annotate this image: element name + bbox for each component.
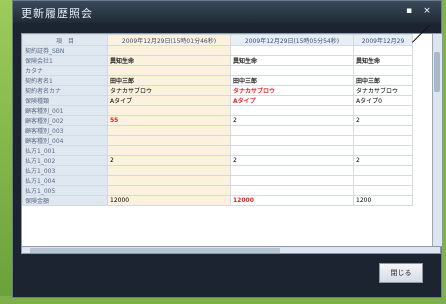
horizontal-scroll-thumb[interactable]: [30, 248, 280, 253]
cell-c1[interactable]: [107, 65, 231, 76]
row-label: 契約者名1: [22, 75, 108, 86]
cell-c3[interactable]: [353, 45, 413, 56]
cell-c1[interactable]: 田中三郎: [107, 75, 231, 86]
table-row[interactable]: 保険会社1 異知生命 異知生命 異知生命: [22, 55, 413, 66]
vertical-scrollbar[interactable]: [432, 34, 442, 246]
table-row[interactable]: 契約証券_SBN: [22, 45, 413, 56]
table-header-row: 項 目 2009年12月29日(15時01分46秒) 2009年12月29日(1…: [22, 34, 413, 46]
table-row[interactable]: 顧客種別_001: [22, 105, 413, 116]
cell-c1[interactable]: [107, 45, 231, 56]
row-label: カタナ: [22, 65, 108, 76]
column-header-2[interactable]: 2009年12月29日(15時05分54秒): [230, 34, 354, 46]
close-button[interactable]: 閉じる: [379, 263, 423, 283]
row-label: 契約証券_SBN: [22, 45, 108, 56]
table-row[interactable]: 払方1_002 2 2 2: [22, 155, 413, 166]
row-label: 顧客種別_003: [22, 125, 108, 136]
history-grid: 項 目 2009年12月29日(15時01分46秒) 2009年12月29日(1…: [21, 33, 443, 247]
table-row[interactable]: 払方1_004: [22, 175, 413, 186]
row-label: 払方1_005: [22, 185, 108, 196]
cell-c3[interactable]: [353, 135, 413, 146]
cell-c1[interactable]: Aタイプ: [107, 95, 231, 106]
cell-c3[interactable]: 1200: [353, 195, 413, 206]
table-row[interactable]: 保険種類 Aタイプ Aタイプ Aタイプ0: [22, 95, 413, 106]
cell-c2[interactable]: [230, 105, 354, 116]
table-row[interactable]: 払方1_005: [22, 185, 413, 196]
cell-c2[interactable]: 2: [230, 155, 354, 166]
cell-c1[interactable]: [107, 165, 231, 176]
window-title: 更新履歴照会: [21, 7, 93, 20]
minimize-button[interactable]: ▪: [403, 5, 415, 17]
row-label: 払方1_002: [22, 155, 108, 166]
table-row[interactable]: 払方1_003: [22, 165, 413, 176]
row-label: 払方1_001: [22, 145, 108, 156]
cell-c3[interactable]: [353, 165, 413, 176]
cell-c2[interactable]: [230, 175, 354, 186]
row-label: 顧客種別_002: [22, 115, 108, 126]
column-header-1[interactable]: 2009年12月29日(15時01分46秒): [107, 34, 231, 46]
cell-c2[interactable]: [230, 45, 354, 56]
cell-c1[interactable]: [107, 185, 231, 196]
close-window-button[interactable]: ×: [421, 5, 433, 17]
cell-c3[interactable]: [353, 105, 413, 116]
cell-c3[interactable]: タナカサブロウ: [353, 85, 413, 96]
cell-c3[interactable]: [353, 65, 413, 76]
cell-c1[interactable]: 異知生命: [107, 55, 231, 66]
cell-c1[interactable]: 2: [107, 155, 231, 166]
table-row[interactable]: 保険金額 12000 12000 1200: [22, 195, 413, 206]
horizontal-scrollbar[interactable]: [21, 246, 441, 254]
row-label: 顧客種別_004: [22, 135, 108, 146]
cell-c2[interactable]: タナカサブロウ: [230, 85, 354, 96]
row-label: 払方1_003: [22, 165, 108, 176]
cell-c1[interactable]: [107, 175, 231, 186]
cell-c3[interactable]: 2: [353, 115, 413, 126]
cell-c1[interactable]: タナカサブロウ: [107, 85, 231, 96]
cell-c2[interactable]: [230, 145, 354, 156]
cell-c3[interactable]: [353, 125, 413, 136]
title-bar[interactable]: 更新履歴照会 ▪ ×: [13, 1, 441, 23]
column-header-item[interactable]: 項 目: [22, 34, 108, 46]
cell-c3[interactable]: [353, 185, 413, 196]
table-row[interactable]: 契約者名カナ タナカサブロウ タナカサブロウ タナカサブロウ: [22, 85, 413, 96]
row-label: 払方1_004: [22, 175, 108, 186]
cell-c1[interactable]: [107, 105, 231, 116]
row-label: 顧客種別_001: [22, 105, 108, 116]
vertical-scroll-thumb[interactable]: [434, 52, 440, 92]
cell-c2[interactable]: [230, 185, 354, 196]
cell-c2[interactable]: 田中三郎: [230, 75, 354, 86]
cell-c1[interactable]: [107, 135, 231, 146]
cell-c2[interactable]: 異知生命: [230, 55, 354, 66]
cell-c1[interactable]: 12000: [107, 195, 231, 206]
row-label: 保険種類: [22, 95, 108, 106]
cell-c1[interactable]: 55: [107, 115, 231, 126]
history-dialog: 更新履歴照会 ▪ × 項 目 2009年12月29日(15時01分46秒) 20…: [12, 0, 443, 298]
cell-c3[interactable]: [353, 145, 413, 156]
cell-c3[interactable]: 田中三郎: [353, 75, 413, 86]
cell-c3[interactable]: Aタイプ0: [353, 95, 413, 106]
cell-c2[interactable]: 12000: [230, 195, 354, 206]
table-row[interactable]: カタナ: [22, 65, 413, 76]
cell-c3[interactable]: [353, 175, 413, 186]
table-row[interactable]: 顧客種別_003: [22, 125, 413, 136]
cell-c2[interactable]: [230, 125, 354, 136]
cell-c3[interactable]: 2: [353, 155, 413, 166]
table-row[interactable]: 顧客種別_002 55 2 2: [22, 115, 413, 126]
column-header-3[interactable]: 2009年12月29: [353, 34, 413, 46]
cell-c2[interactable]: 2: [230, 115, 354, 126]
table-body: 契約証券_SBN 保険会社1 異知生命 異知生命 異知生命 カタナ 契約者名1 田中三郎 田中三…: [22, 45, 413, 206]
table-row[interactable]: 契約者名1 田中三郎 田中三郎 田中三郎: [22, 75, 413, 86]
cell-c2[interactable]: Aタイプ: [230, 95, 354, 106]
row-label: 契約者名カナ: [22, 85, 108, 96]
cell-c2[interactable]: [230, 65, 354, 76]
row-label: 保険金額: [22, 195, 108, 206]
cell-c2[interactable]: [230, 135, 354, 146]
row-label: 保険会社1: [22, 55, 108, 66]
table-row[interactable]: 顧客種別_004: [22, 135, 413, 146]
cell-c1[interactable]: [107, 125, 231, 136]
cell-c1[interactable]: [107, 145, 231, 156]
table-row[interactable]: 払方1_001: [22, 145, 413, 156]
cell-c3[interactable]: 異知生命: [353, 55, 413, 66]
cell-c2[interactable]: [230, 165, 354, 176]
